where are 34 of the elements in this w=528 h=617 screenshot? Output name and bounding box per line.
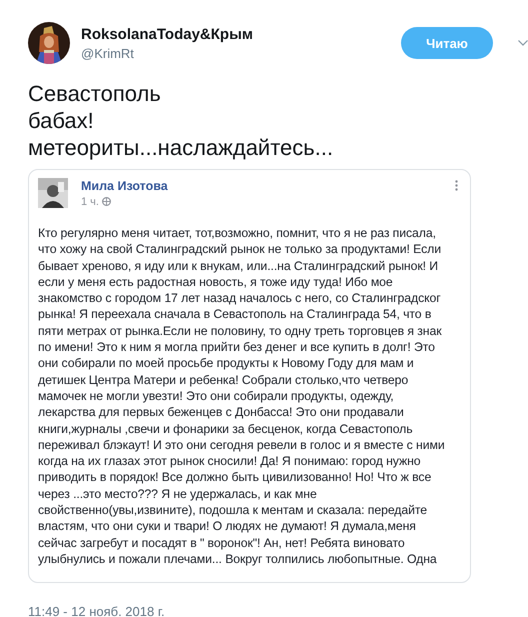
post-text-line: властям, что они суки и твари! О людях не думают! Я думала,меня — [38, 518, 416, 535]
tweet-text: бабах! — [28, 107, 95, 134]
post-text-line: мамочек не могли увезти! Это они собирали продукты, одежду, — [38, 388, 394, 404]
embedded-image-card[interactable] — [28, 169, 471, 583]
chevron-down-icon[interactable] — [518, 40, 528, 46]
post-time: 1 ч. — [81, 196, 99, 208]
post-text-line: через ...это место??? Я не удержалась, и как мне — [38, 486, 317, 502]
post-text-line: знакомство с городом 17 лет назад началось с него, со Сталинградског — [38, 290, 441, 306]
post-text-line: рынка! Я переехала сначала в Севастополь на Сталинграда 54, что в — [38, 306, 432, 323]
post-text-line: книги,журналы ,свечи и фонарики за бесценок, когда Севастополь — [38, 420, 413, 437]
post-text-line: они собирали по моей просьбе продукты к Новому Году для мам и — [38, 355, 414, 372]
follow-button[interactable]: Читаю — [401, 27, 493, 59]
post-text-line: сейчас загребут и посадят в " воронок"! Ан, нет! Ребята виновато — [38, 534, 405, 551]
post-text-line: лекарства для первых беженцев с Донбасса! Это они продавали — [38, 404, 404, 421]
post-text-line: улыбнулись и пожали плечами... Вокруг толпились любопытные. Одна — [38, 550, 437, 568]
post-text-line: когда на их глазах этот рынок сносили! Да! Я понимаю: город нужно — [38, 453, 421, 470]
post-text-line: по имени! Это к ним я могла прийти без денег и все купить в долг! Это — [38, 339, 435, 356]
globe-icon — [102, 197, 111, 206]
tweet-text: Севастополь — [28, 80, 162, 107]
post-text-line: если у меня есть радостная новость, я тоже иду туда! Ибо мое — [38, 274, 393, 290]
post-text-line: приводить в порядок! Все должно быть цивилизованно! Но! Что ж все — [38, 469, 432, 486]
post-text-line: пяти метрах от рынка.Если не половину, то одну треть торговцев я знак — [38, 322, 442, 340]
post-text-line: переживал блэкаут! И это они сегодня ревели в голос и я вместе с ними — [38, 436, 445, 454]
author-handle[interactable]: @KrimRt — [81, 46, 390, 60]
post-text-line: детишек Центра Матери и ребенка! Собрали столько,что четверо — [38, 372, 408, 388]
post-text-line: Кто регулярно меня читает, тот,возможно, помнит, что я не раз писала, — [38, 225, 436, 242]
tweet-timestamp[interactable]: 11:49 - 12 нояб. 2018 г. — [28, 604, 528, 617]
post-text-line: что хожу на свой Сталинградский рынок не только за продуктами! Если — [38, 241, 441, 258]
post-text-line: бывает хреново, я иду или к внукам, или...на Сталинградский рынок! И — [38, 258, 438, 274]
more-icon[interactable] — [455, 180, 458, 191]
post-author-name[interactable]: Мила Изотова — [81, 178, 168, 192]
post-text-line: свойственно(увы,извините), подошла к ментам и сказала: передайте — [38, 502, 427, 518]
author-name[interactable]: RoksolanaToday&Крым — [81, 26, 390, 42]
tweet-text: метеориты...наслаждайтесь... — [28, 134, 334, 161]
